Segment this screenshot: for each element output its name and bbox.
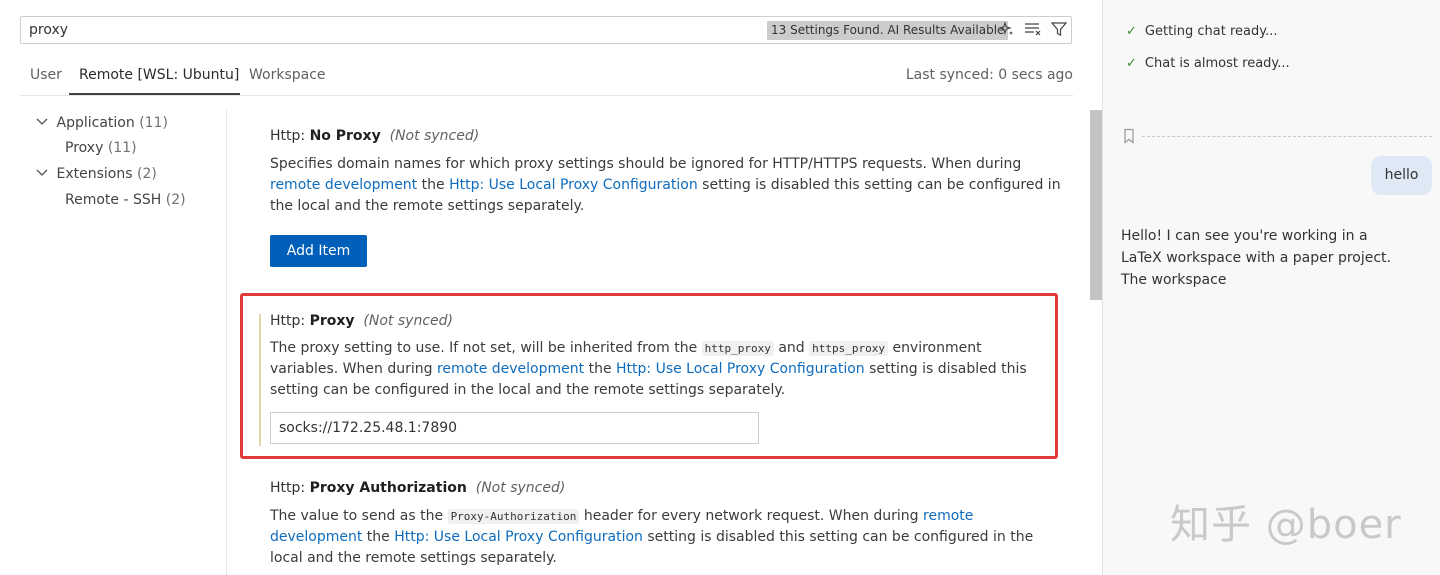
- desc-text: the: [362, 529, 395, 545]
- not-synced-tag: (Not synced): [475, 480, 566, 496]
- watermark: 知乎 @boer: [1170, 502, 1402, 548]
- results-count-badge: 13 Settings Found. AI Results Available: [767, 21, 1009, 40]
- use-local-proxy-config-link[interactable]: Http: Use Local Proxy Configuration: [616, 361, 865, 377]
- chevron-down-icon: [36, 168, 52, 181]
- toc-label: Extensions: [56, 166, 133, 182]
- setting-name: Proxy: [309, 313, 355, 329]
- setting-name: Proxy Authorization: [309, 480, 467, 496]
- chat-status-1: ✓ Getting chat ready...: [1126, 24, 1278, 39]
- not-synced-tag: (Not synced): [389, 128, 480, 144]
- setting-description-proxy: The proxy setting to use. If not set, wi…: [270, 338, 1040, 401]
- bookmark-icon[interactable]: [1122, 128, 1136, 148]
- setting-title-proxy: Http: Proxy (Not synced): [270, 313, 453, 329]
- desc-text: and: [773, 340, 810, 356]
- code-https-proxy: https_proxy: [809, 341, 888, 356]
- toc-count: (11): [139, 115, 168, 131]
- desc-text: the: [417, 177, 450, 193]
- remote-development-link[interactable]: remote development: [270, 177, 417, 193]
- toc-item-proxy[interactable]: Proxy (11): [65, 140, 137, 156]
- toc-count: (2): [136, 166, 157, 182]
- use-local-proxy-config-link[interactable]: Http: Use Local Proxy Configuration: [394, 529, 643, 545]
- setting-category: Http:: [270, 128, 310, 144]
- setting-name: No Proxy: [309, 128, 381, 144]
- desc-text: The value to send as the: [270, 508, 448, 524]
- proxy-value-input[interactable]: socks://172.25.48.1:7890: [270, 412, 759, 444]
- setting-focus-indicator: [259, 314, 261, 446]
- user-message-bubble: hello: [1371, 156, 1432, 195]
- settings-search-box[interactable]: proxy 13 Settings Found. AI Results Avai…: [20, 16, 1072, 44]
- toc-item-remote-ssh[interactable]: Remote - SSH (2): [65, 192, 186, 208]
- tab-workspace[interactable]: Workspace: [249, 67, 326, 83]
- toc-label: Remote - SSH: [65, 192, 162, 208]
- desc-text: the: [584, 361, 617, 377]
- filter-icon[interactable]: [1050, 21, 1068, 39]
- add-item-button[interactable]: Add Item: [270, 235, 367, 267]
- chat-status-2: ✓ Chat is almost ready...: [1126, 56, 1290, 71]
- setting-category: Http:: [270, 480, 310, 496]
- setting-title-no-proxy: Http: No Proxy (Not synced): [270, 128, 479, 144]
- remote-development-link[interactable]: remote development: [437, 361, 584, 377]
- setting-description-no-proxy: Specifies domain names for which proxy s…: [270, 154, 1070, 217]
- toc-count: (2): [165, 192, 186, 208]
- toc-label: Application: [56, 115, 135, 131]
- tab-remote-wsl[interactable]: Remote [WSL: Ubuntu]: [79, 67, 239, 83]
- setting-description-proxy-authorization: The value to send as the Proxy-Authoriza…: [270, 506, 1060, 569]
- status-text: Chat is almost ready...: [1144, 56, 1290, 71]
- code-http-proxy: http_proxy: [701, 341, 774, 356]
- last-synced-label: Last synced: 0 secs ago: [905, 67, 1073, 83]
- check-icon: ✓: [1126, 56, 1137, 71]
- status-text: Getting chat ready...: [1144, 24, 1278, 39]
- check-icon: ✓: [1126, 24, 1137, 39]
- setting-category: Http:: [270, 313, 310, 329]
- desc-text: Specifies domain names for which proxy s…: [270, 156, 1022, 172]
- desc-text: header for every network request. When d…: [579, 508, 924, 524]
- chevron-down-icon: [36, 117, 52, 130]
- use-local-proxy-config-link[interactable]: Http: Use Local Proxy Configuration: [449, 177, 698, 193]
- toc-label: Proxy: [65, 140, 104, 156]
- tabs-divider: [20, 95, 1073, 96]
- search-input[interactable]: proxy: [29, 22, 68, 38]
- desc-text: The proxy setting to use. If not set, wi…: [270, 340, 702, 356]
- chat-divider: [1142, 136, 1432, 137]
- code-proxy-authorization: Proxy-Authorization: [447, 509, 580, 524]
- toc-item-extensions[interactable]: Extensions (2): [36, 166, 157, 182]
- toc-count: (11): [107, 140, 137, 156]
- setting-title-proxy-authorization: Http: Proxy Authorization (Not synced): [270, 480, 565, 496]
- clear-filter-icon[interactable]: [1024, 21, 1042, 39]
- settings-scrollbar[interactable]: [1090, 110, 1102, 300]
- assistant-reply: Hello! I can see you're working in a LaT…: [1121, 228, 1391, 288]
- not-synced-tag: (Not synced): [363, 313, 453, 329]
- sparkle-icon[interactable]: [998, 21, 1016, 39]
- toc-divider: [226, 110, 227, 575]
- toc-item-application[interactable]: Application (11): [36, 115, 168, 131]
- tab-user[interactable]: User: [30, 67, 62, 83]
